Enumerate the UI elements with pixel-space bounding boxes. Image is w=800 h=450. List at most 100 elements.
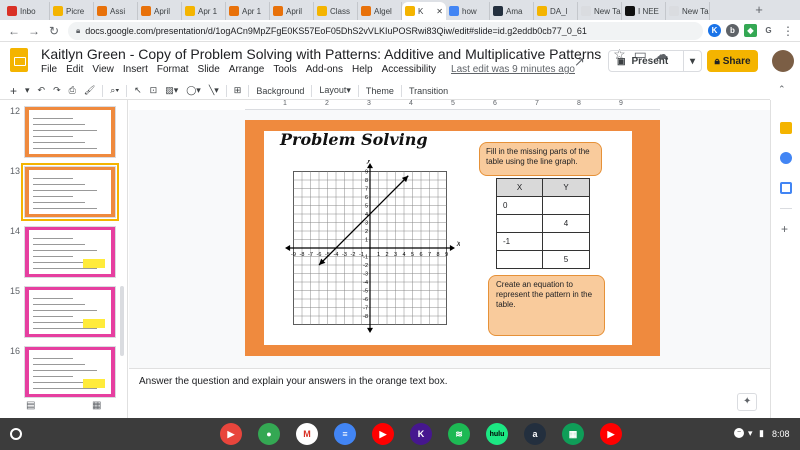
undo-icon[interactable]: ↶ <box>34 85 50 96</box>
youtube-icon[interactable]: ▶ <box>372 423 394 445</box>
new-slide-dropdown-icon[interactable]: ▾ <box>21 85 34 96</box>
spotify-icon[interactable]: ≋ <box>448 423 470 445</box>
slide-thumbnail[interactable] <box>24 226 116 278</box>
present-button[interactable]: ▣ Present ▾ <box>608 50 702 72</box>
theme-button[interactable]: Theme <box>362 86 398 96</box>
browser-tab[interactable]: Algel <box>358 2 402 20</box>
layout-button[interactable]: Layout▾ <box>315 85 355 96</box>
keep-icon[interactable] <box>780 122 792 134</box>
battery-icon[interactable]: ▮ <box>759 428 764 439</box>
table-cell-y[interactable] <box>542 232 590 251</box>
comment-icon[interactable]: ⊞ <box>230 85 246 96</box>
background-button[interactable]: Background <box>252 86 308 96</box>
browser-tab[interactable]: DA_l <box>534 2 578 20</box>
image-icon[interactable]: ▨▾ <box>161 85 182 96</box>
kahoot-icon[interactable]: K <box>410 423 432 445</box>
tab-close-icon[interactable]: ✕ <box>436 7 443 16</box>
slides-logo-icon[interactable] <box>10 48 28 72</box>
chrome-icon[interactable]: ● <box>258 423 280 445</box>
amazon-icon[interactable]: a <box>524 423 546 445</box>
last-edit-link[interactable]: Last edit was 9 minutes ago <box>451 64 575 75</box>
browser-tab[interactable]: New Tab <box>666 2 710 20</box>
user-avatar[interactable] <box>772 50 794 72</box>
table-cell-x[interactable] <box>496 250 543 269</box>
launcher-icon[interactable] <box>10 428 22 440</box>
extension-k-icon[interactable]: K <box>708 24 721 37</box>
grid-view-icon[interactable]: ▦ <box>92 400 101 411</box>
slide-thumbnail[interactable] <box>24 286 116 338</box>
address-bar[interactable]: 🔒︎ docs.google.com/presentation/d/1ogACn… <box>68 22 703 40</box>
browser-tab[interactable]: Assi <box>94 2 138 20</box>
slide-thumbnail[interactable] <box>24 346 116 398</box>
extension-icon[interactable]: ◆ <box>744 24 757 37</box>
hulu-icon[interactable]: hulu <box>486 423 508 445</box>
slide-title[interactable]: Problem Solving <box>280 130 428 149</box>
menu-view[interactable]: View <box>92 64 114 75</box>
browser-tab[interactable]: April <box>138 2 182 20</box>
gmail-icon[interactable]: M <box>296 423 318 445</box>
share-button[interactable]: 🔒︎ Share <box>707 50 758 72</box>
menu-arrange[interactable]: Arrange <box>229 64 265 75</box>
instruction-box[interactable]: Fill in the missing parts of the table u… <box>479 142 602 176</box>
table-cell-y[interactable]: 4 <box>542 214 590 233</box>
redo-icon[interactable]: ↷ <box>49 85 65 96</box>
browser-tab[interactable]: Picre <box>50 2 94 20</box>
table-cell-x[interactable]: -1 <box>496 232 543 251</box>
back-icon[interactable]: ← <box>6 23 22 39</box>
zoom-icon[interactable]: ⌕▾ <box>106 85 123 96</box>
browser-tab[interactable]: New Tab <box>578 2 622 20</box>
forward-icon[interactable]: → <box>26 23 42 39</box>
wifi-icon[interactable]: ▾ <box>748 428 753 439</box>
menu-insert[interactable]: Insert <box>123 64 148 75</box>
screencastify-icon[interactable]: ▶ <box>220 423 242 445</box>
browser-tab[interactable]: how <box>446 2 490 20</box>
table-cell-x[interactable] <box>496 214 543 233</box>
new-slide-icon[interactable]: + <box>6 84 21 98</box>
shape-icon[interactable]: ◯▾ <box>182 85 205 96</box>
print-icon[interactable]: ⎙ <box>65 85 80 96</box>
speaker-notes-text[interactable]: Answer the question and explain your ans… <box>139 376 448 387</box>
notification-icon[interactable]: − <box>734 428 744 438</box>
browser-tab[interactable]: Apr 1 <box>226 2 270 20</box>
xy-table[interactable]: X Y 0 4 -1 5 <box>496 178 590 269</box>
menu-tools[interactable]: Tools <box>273 64 296 75</box>
slide-thumbnail[interactable] <box>24 106 116 158</box>
menu-slide[interactable]: Slide <box>198 64 220 75</box>
browser-tab[interactable]: Class <box>314 2 358 20</box>
menu-file[interactable]: File <box>41 64 57 75</box>
text-box-icon[interactable]: ⊡ <box>146 85 162 96</box>
table-cell-x[interactable]: 0 <box>496 196 543 215</box>
calendar-icon[interactable] <box>780 182 792 194</box>
select-tool-icon[interactable]: ↖ <box>130 85 146 96</box>
transition-button[interactable]: Transition <box>405 86 452 96</box>
filmstrip-scrollbar[interactable] <box>120 286 124 356</box>
browser-tab[interactable]: April <box>270 2 314 20</box>
menu-format[interactable]: Format <box>157 64 189 75</box>
explore-button[interactable]: ✦ <box>737 393 757 411</box>
collapse-toolbar-icon[interactable]: ⌃ <box>778 84 786 95</box>
extension-g-icon[interactable]: G <box>762 24 775 37</box>
reload-icon[interactable]: ↻ <box>46 23 62 39</box>
new-tab-button[interactable]: + <box>752 3 766 17</box>
add-on-icon[interactable]: + <box>781 222 788 236</box>
browser-menu-icon[interactable]: ⋮ <box>780 23 796 39</box>
browser-tab[interactable]: Inbo <box>4 2 50 20</box>
tasks-icon[interactable] <box>780 152 792 164</box>
menu-accessibility[interactable]: Accessibility <box>382 64 436 75</box>
extension-b-icon[interactable]: b <box>726 24 739 37</box>
line-icon[interactable]: ╲▾ <box>205 85 223 96</box>
browser-tab[interactable]: Ama <box>490 2 534 20</box>
browser-tab[interactable]: K ✕ <box>402 2 446 20</box>
youtube-music-icon[interactable]: ▶ <box>600 423 622 445</box>
equation-answer-box[interactable]: Create an equation to represent the patt… <box>488 275 605 336</box>
paint-format-icon[interactable]: 🖌︎ <box>80 85 99 96</box>
menu-help[interactable]: Help <box>352 64 373 75</box>
present-dropdown-icon[interactable]: ▾ <box>682 51 701 71</box>
classroom-icon[interactable]: ▦ <box>562 423 584 445</box>
table-cell-y[interactable] <box>542 196 590 215</box>
coordinate-graph[interactable]: xy-9-8-7-6-5-4-3-2-1123456789987654321-1… <box>280 160 460 334</box>
table-cell-y[interactable]: 5 <box>542 250 590 269</box>
slide-thumbnail[interactable] <box>21 163 119 221</box>
browser-tab[interactable]: I NEE <box>622 2 666 20</box>
activity-trend-icon[interactable]: ↗ <box>574 54 585 70</box>
